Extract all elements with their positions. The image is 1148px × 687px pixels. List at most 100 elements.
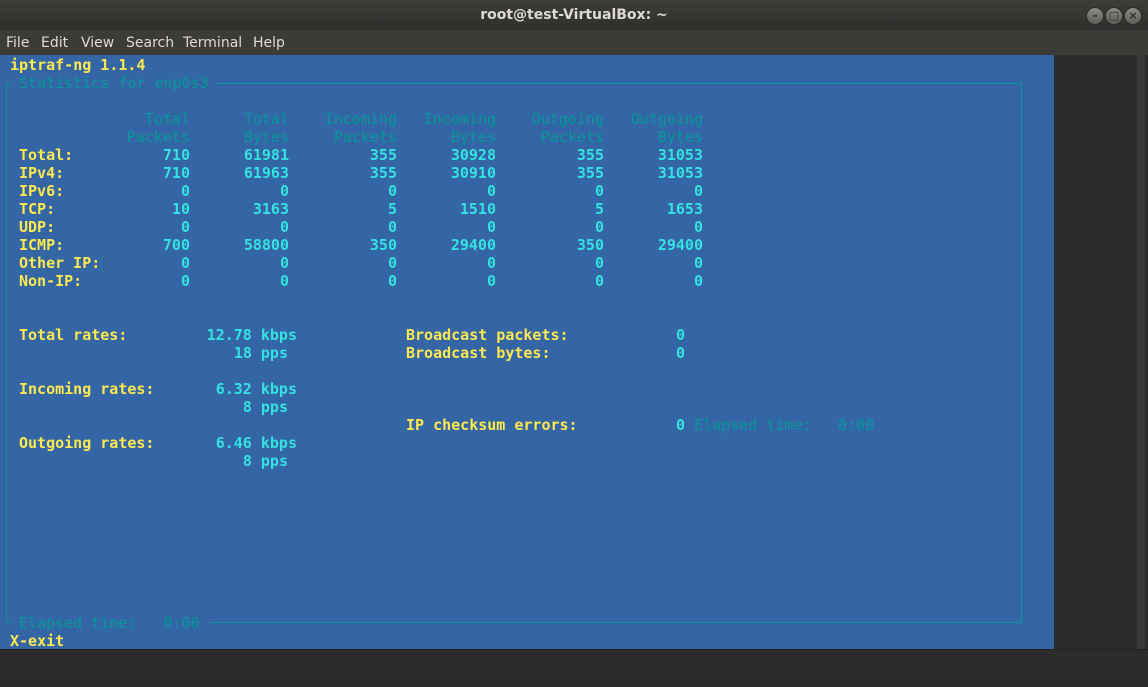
window-bottom <box>0 649 1148 687</box>
maximize-icon[interactable]: □ <box>1105 7 1123 25</box>
row-value: 0 <box>693 254 703 272</box>
menu-search[interactable]: Search <box>126 35 174 51</box>
row-value: 0 <box>594 182 604 200</box>
broadcast-packets-label: Broadcast packets: <box>406 326 569 344</box>
row-value: 0 <box>387 182 397 200</box>
row-value: 0 <box>279 272 289 290</box>
column-header-0-line-0: Total <box>144 110 190 128</box>
row-label: TCP: <box>19 200 56 218</box>
row-value: 1510 <box>459 200 496 218</box>
column-header-4-line-1: Packets <box>540 128 604 146</box>
column-header-2-line-0: Incoming <box>324 110 397 128</box>
app-title: iptraf-ng 1.1.4 <box>10 56 146 74</box>
column-header-2-line-1: Packets <box>333 128 397 146</box>
checksum-errors-label: IP checksum errors: <box>406 416 578 434</box>
row-label: ICMP: <box>19 236 65 254</box>
row-value: 30928 <box>450 146 496 164</box>
row-value: 355 <box>576 164 604 182</box>
row-value: 0 <box>180 182 190 200</box>
row-value: 0 <box>387 254 397 272</box>
row-value: 355 <box>576 146 604 164</box>
row-value: 0 <box>693 272 703 290</box>
window-titlebar: root@test-VirtualBox: ~ – □ × <box>0 0 1148 30</box>
elapsed-bottom-label: Elapsed time: <box>19 614 137 632</box>
total-rates-kbps: 12.78 kbps <box>206 326 297 344</box>
outgoing-rates-kbps: 6.46 kbps <box>215 434 297 452</box>
row-value: 0 <box>387 218 397 236</box>
window-title: root@test-VirtualBox: ~ <box>480 7 668 23</box>
row-value: 0 <box>594 218 604 236</box>
row-label: Non-IP: <box>19 272 83 290</box>
row-value: 31053 <box>657 146 703 164</box>
incoming-rates-label: Incoming rates: <box>19 380 155 398</box>
incoming-rates-kbps: 6.32 kbps <box>215 380 297 398</box>
column-header-3-line-0: Incoming <box>423 110 496 128</box>
column-header-0-line-1: Packets <box>126 128 190 146</box>
broadcast-bytes-value: 0 <box>675 344 685 362</box>
column-header-1-line-0: Total <box>243 110 289 128</box>
row-value: 0 <box>486 218 496 236</box>
menu-file[interactable]: File <box>6 35 29 51</box>
row-label: IPv4: <box>19 164 65 182</box>
row-label: UDP: <box>19 218 56 236</box>
row-value: 710 <box>162 146 190 164</box>
row-value: 355 <box>369 146 397 164</box>
row-value: 0 <box>180 272 190 290</box>
terminal-scrollbar[interactable] <box>1137 55 1145 649</box>
row-value: 29400 <box>450 236 496 254</box>
row-value: 0 <box>180 254 190 272</box>
row-label: Other IP: <box>19 254 101 272</box>
panel-title: Statistics for enp0s3 <box>10 74 217 92</box>
broadcast-bytes-label: Broadcast bytes: <box>406 344 551 362</box>
row-value: 350 <box>369 236 397 254</box>
row-value: 0 <box>387 272 397 290</box>
column-header-3-line-1: Bytes <box>450 128 496 146</box>
menu-help[interactable]: Help <box>253 35 285 51</box>
elapsed-inline-label: Elapsed time: <box>694 416 812 434</box>
row-value: 0 <box>279 218 289 236</box>
column-header-5-line-1: Bytes <box>657 128 703 146</box>
terminal-margin <box>1054 55 1148 649</box>
row-value: 0 <box>693 218 703 236</box>
elapsed-inline-value: 0:00 <box>838 416 875 434</box>
checksum-errors-value: 0 <box>675 416 685 434</box>
outgoing-rates-pps: 8 pps <box>242 452 288 470</box>
elapsed-bottom: Elapsed time: 0:00 <box>10 614 210 632</box>
row-value: 1653 <box>666 200 703 218</box>
row-label: Total: <box>19 146 74 164</box>
terminal-screen[interactable]: iptraf-ng 1.1.4 Statistics for enp0s3 To… <box>0 55 1054 650</box>
total-rates-pps: 18 pps <box>233 344 288 362</box>
menu-view[interactable]: View <box>81 35 114 51</box>
row-value: 61963 <box>243 164 289 182</box>
row-label: IPv6: <box>19 182 65 200</box>
minimize-icon[interactable]: – <box>1086 7 1104 25</box>
row-value: 5 <box>594 200 604 218</box>
close-icon[interactable]: × <box>1124 7 1142 25</box>
row-value: 0 <box>486 254 496 272</box>
row-value: 0 <box>279 254 289 272</box>
row-value: 58800 <box>243 236 289 254</box>
row-value: 0 <box>693 182 703 200</box>
incoming-rates-pps: 8 pps <box>242 398 288 416</box>
row-value: 5 <box>387 200 397 218</box>
row-value: 710 <box>162 164 190 182</box>
total-rates-label: Total rates: <box>19 326 128 344</box>
row-value: 0 <box>486 182 496 200</box>
row-value: 0 <box>594 272 604 290</box>
row-value: 355 <box>369 164 397 182</box>
row-value: 0 <box>279 182 289 200</box>
column-header-5-line-0: Outgoing <box>630 110 703 128</box>
exit-hint: X-exit <box>10 632 65 650</box>
column-header-4-line-0: Outgoing <box>531 110 604 128</box>
row-value: 61981 <box>243 146 289 164</box>
elapsed-bottom-value: 0:00 <box>163 614 200 632</box>
row-value: 30910 <box>450 164 496 182</box>
menu-terminal[interactable]: Terminal <box>183 35 242 51</box>
row-value: 0 <box>594 254 604 272</box>
row-value: 10 <box>171 200 190 218</box>
menu-bar: File Edit View Search Terminal Help <box>0 30 1148 55</box>
row-value: 0 <box>180 218 190 236</box>
row-value: 0 <box>486 272 496 290</box>
menu-edit[interactable]: Edit <box>41 35 68 51</box>
row-value: 31053 <box>657 164 703 182</box>
